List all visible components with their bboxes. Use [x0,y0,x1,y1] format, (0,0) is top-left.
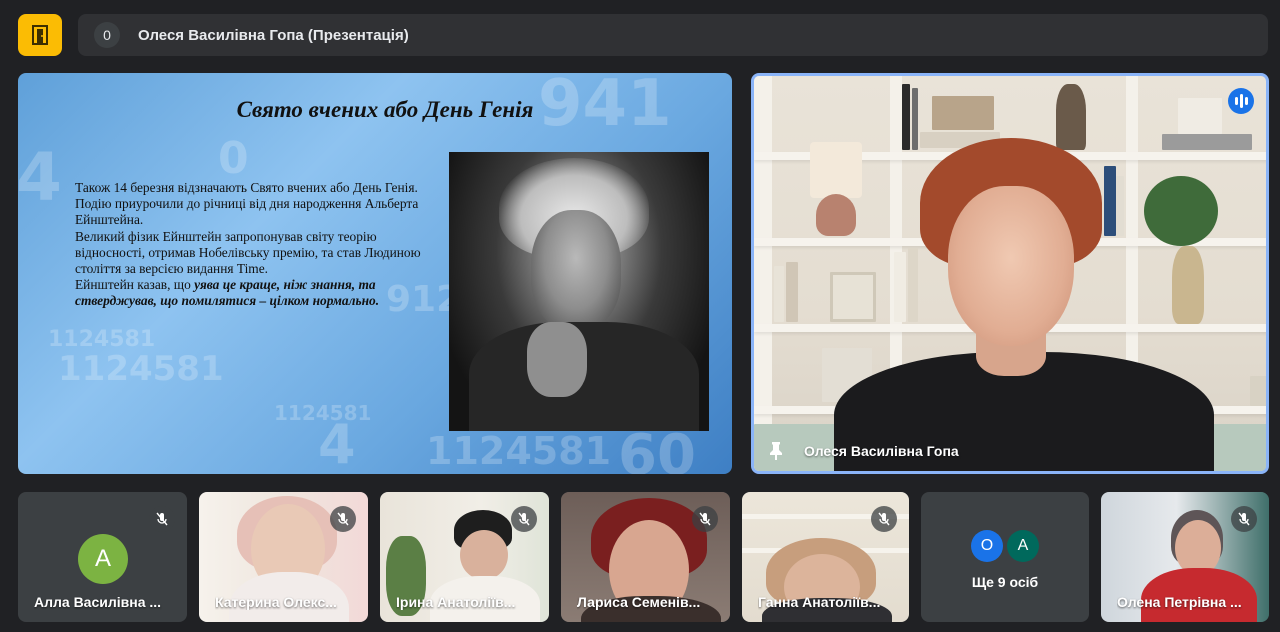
slide-body: Також 14 березня відзначають Свято вчени… [75,180,435,310]
mic-off-icon [1231,506,1257,532]
participant-name: Ганна Анатоліїв... [758,594,881,610]
participant-tile[interactable]: Ганна Анатоліїв... [742,492,909,622]
exit-door-icon[interactable] [18,14,62,56]
slide-decor-number: 1124581 [274,401,372,425]
slide-decor-number: 0 [218,133,249,184]
participant-tile[interactable]: A Алла Василівна ... [18,492,187,622]
mic-off-icon [511,506,537,532]
more-participants-label: Ще 9 осіб [971,574,1039,590]
avatar: O [971,530,1003,562]
participant-name: Олена Петрівна ... [1117,594,1242,610]
slide-title: Свято вчених або День Генія [236,97,534,122]
avatar: A [78,534,128,584]
speaking-indicator-icon [1228,88,1254,114]
speaker-video-tile[interactable]: Олеся Василівна Гопа [751,73,1269,474]
mic-off-icon [149,506,175,532]
participant-tile[interactable]: Катерина Олекс... [199,492,368,622]
top-bar: 0 Олеся Василівна Гопа (Презентація) [0,0,1280,70]
meeting-title-bar[interactable]: 0 Олеся Василівна Гопа (Презентація) [78,14,1268,56]
participant-tile[interactable]: Олена Петрівна ... [1101,492,1269,622]
presentation-slide: 941 4 1124581 1124581 912 0 1124581 4 11… [18,73,732,474]
speaker-name: Олеся Василівна Гопа [804,443,959,459]
slide-paragraph: Також 14 березня відзначають Свято вчени… [75,180,419,228]
mic-off-icon [330,506,356,532]
more-participants-tile[interactable]: O A Ще 9 осіб [921,492,1089,622]
mic-off-icon [871,506,897,532]
slide-paragraph: Великий фізик Ейнштейн запропонував світ… [75,228,421,277]
slide-paragraph: Ейнштейн казав, що уява це краще, ніж зн… [75,277,435,309]
avatar: A [1007,530,1039,562]
mic-off-icon [692,506,718,532]
slide-decor-number: 4 [18,139,62,216]
slide-quote-prefix: Ейнштейн казав, що [75,277,195,293]
slide-decor-number: 1124581 [48,327,156,352]
einstein-photo [449,152,709,431]
participant-tile[interactable]: Ірина Анатоліїв... [380,492,549,622]
slide-decor-number: 1124581 [58,349,224,389]
slide-decor-number: 1124581 [426,429,612,473]
participant-tile[interactable]: Лариса Семенів... [561,492,730,622]
participant-count-badge: 0 [94,22,120,48]
participant-name: Алла Василівна ... [34,594,162,610]
participant-name: Лариса Семенів... [577,594,701,610]
pin-icon[interactable] [768,441,784,461]
participant-name: Катерина Олекс... [215,594,337,610]
participant-name: Ірина Анатоліїв... [396,594,516,610]
slide-decor-number: 4 [318,413,356,474]
meeting-title: Олеся Василівна Гопа (Презентація) [138,26,409,44]
